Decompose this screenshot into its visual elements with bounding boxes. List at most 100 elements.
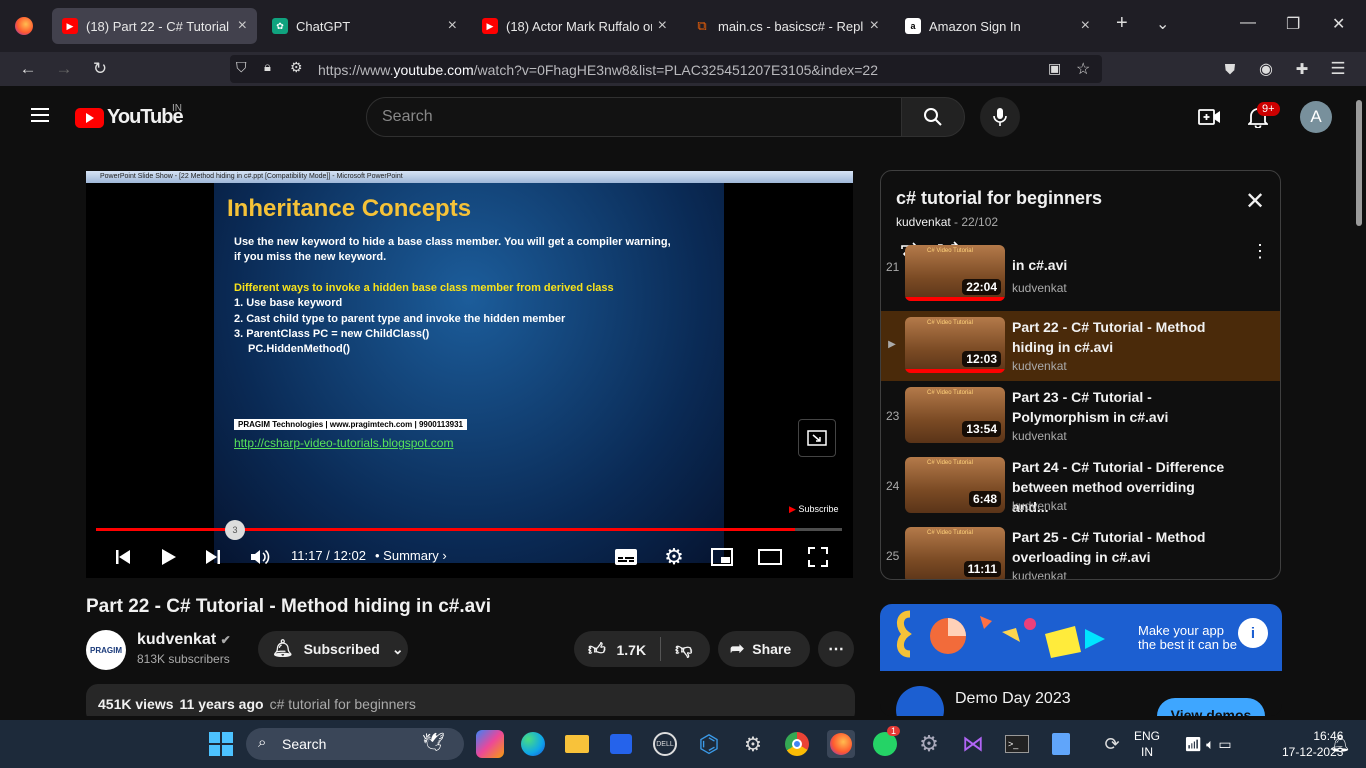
language-indicator[interactable]: ENG IN bbox=[1134, 728, 1160, 760]
forward-icon[interactable]: → bbox=[52, 58, 76, 80]
taskbar-search-box[interactable]: ⌕ Search 🕊︎ bbox=[246, 728, 464, 760]
channel-name-link[interactable]: kudvenkat ✔ bbox=[137, 631, 231, 649]
video-player[interactable]: PowerPoint Slide Show - [22 Method hidin… bbox=[86, 171, 853, 578]
microsoft-store-icon[interactable] bbox=[607, 730, 635, 758]
fullscreen-icon bbox=[808, 547, 828, 567]
ad-title[interactable]: Demo Day 2023 bbox=[955, 690, 1071, 708]
new-tab-icon[interactable]: + bbox=[1116, 12, 1128, 35]
playlist-item-current[interactable]: ▶ 12:03 Part 22 - C# Tutorial - Method h… bbox=[881, 311, 1280, 381]
close-tab-icon[interactable]: × bbox=[448, 17, 457, 35]
exit-miniplayer-button[interactable] bbox=[798, 419, 836, 457]
notepad-icon[interactable] bbox=[1047, 730, 1075, 758]
previous-video-button[interactable] bbox=[112, 546, 134, 568]
playlist-item[interactable]: 24 6:48 Part 24 - C# Tutorial - Differen… bbox=[881, 451, 1280, 521]
next-video-button[interactable] bbox=[202, 546, 224, 568]
account-avatar[interactable]: A bbox=[1300, 101, 1332, 133]
search-input[interactable]: Search bbox=[366, 97, 902, 137]
file-explorer-icon[interactable] bbox=[563, 730, 591, 758]
tab-replit[interactable]: ⧉ main.cs - basicsc# - Replit × bbox=[684, 8, 889, 44]
network-tool-icon[interactable]: ⚙ bbox=[739, 730, 767, 758]
more-actions-button[interactable]: ⋯ bbox=[818, 631, 854, 667]
subtitles-icon bbox=[615, 549, 637, 565]
pocket-icon[interactable]: ⛊ bbox=[1218, 58, 1242, 80]
playlist-item[interactable]: 21 22:04 in c#.avi kudvenkat bbox=[881, 245, 1280, 309]
like-button[interactable]: 👍︎ 1.7K bbox=[588, 639, 646, 660]
settings-icon[interactable]: ⚙ bbox=[915, 730, 943, 758]
playlist-item[interactable]: 25 11:11 Part 25 - C# Tutorial - Method … bbox=[881, 521, 1280, 579]
app-menu-icon[interactable]: ☰ bbox=[1326, 58, 1350, 80]
subscribe-watermark[interactable]: ▶ Subscribe bbox=[789, 504, 839, 515]
reload-icon[interactable]: ↻ bbox=[88, 58, 112, 80]
share-button[interactable]: ➦ Share bbox=[718, 631, 810, 667]
notification-center-icon[interactable]: 🔔︎ bbox=[1326, 730, 1354, 758]
slide-text: Different ways to invoke a hidden base c… bbox=[234, 282, 614, 294]
close-window-icon[interactable]: ✕ bbox=[1332, 14, 1345, 34]
theater-mode-button[interactable] bbox=[758, 546, 782, 568]
shield-icon[interactable]: ⛉ bbox=[236, 59, 247, 76]
copilot-icon[interactable] bbox=[476, 730, 504, 758]
list-all-tabs-icon[interactable]: ⌄ bbox=[1156, 14, 1169, 34]
whatsapp-icon[interactable]: 1 bbox=[871, 726, 901, 758]
edge-browser-icon[interactable] bbox=[519, 730, 547, 758]
slide-heading: Inheritance Concepts bbox=[227, 195, 472, 222]
account-icon[interactable]: ◉ bbox=[1254, 58, 1278, 80]
url-text[interactable]: https://www.youtube.com/watch?v=0FhagHE3… bbox=[318, 62, 878, 78]
firefox-menu-icon[interactable] bbox=[0, 0, 48, 52]
miniplayer-button[interactable] bbox=[710, 546, 734, 568]
sponsored-ad[interactable]: Make your app the best it can be i Demo D… bbox=[880, 604, 1282, 716]
tab-amazon[interactable]: a Amazon Sign In × bbox=[895, 8, 1100, 44]
search-button[interactable] bbox=[901, 97, 965, 137]
voice-search-button[interactable] bbox=[980, 97, 1020, 137]
dislike-button[interactable]: 👎︎ bbox=[675, 639, 692, 660]
extensions-icon[interactable]: ✚ bbox=[1290, 58, 1314, 80]
tab-chatgpt[interactable]: ✿ ChatGPT × bbox=[262, 8, 467, 44]
picture-blocked-icon[interactable]: ▣ bbox=[1048, 60, 1061, 77]
bookmark-star-icon[interactable]: ☆ bbox=[1076, 59, 1090, 79]
close-playlist-icon[interactable]: ✕ bbox=[1245, 187, 1265, 216]
ad-banner-image[interactable]: Make your app the best it can be i bbox=[880, 604, 1282, 671]
mute-button[interactable] bbox=[248, 546, 272, 568]
terminal-icon[interactable]: >_ bbox=[1003, 730, 1031, 758]
youtube-logo[interactable]: YouTube IN bbox=[75, 103, 184, 129]
dell-icon[interactable]: DELL bbox=[651, 730, 679, 758]
ad-advertiser-logo[interactable] bbox=[896, 686, 944, 716]
play-button[interactable] bbox=[158, 546, 180, 568]
create-video-icon[interactable] bbox=[1197, 105, 1223, 129]
permissions-icon[interactable]: ⚙ bbox=[290, 59, 303, 76]
scrollbar-thumb[interactable] bbox=[1356, 100, 1362, 226]
seek-bar[interactable] bbox=[96, 528, 842, 531]
windows-start-icon[interactable] bbox=[207, 730, 235, 758]
channel-avatar[interactable]: PRAGIM bbox=[86, 630, 126, 670]
close-tab-icon[interactable]: × bbox=[238, 17, 247, 35]
fullscreen-button[interactable] bbox=[806, 546, 830, 568]
vs-code-icon[interactable]: ⌬ bbox=[695, 730, 723, 758]
ad-info-icon[interactable]: i bbox=[1238, 618, 1268, 648]
address-bar[interactable]: ⛉ 🔒︎ ⚙ https://www.youtube.com/watch?v=0… bbox=[230, 55, 1102, 83]
video-thumbnail: 6:48 bbox=[905, 457, 1005, 513]
sync-icon[interactable]: ⟳ bbox=[1098, 730, 1126, 758]
close-tab-icon[interactable]: × bbox=[658, 17, 667, 35]
close-tab-icon[interactable]: × bbox=[870, 17, 879, 35]
guide-menu-icon[interactable] bbox=[31, 108, 49, 122]
view-demos-button[interactable]: View demos bbox=[1157, 698, 1265, 716]
restore-window-icon[interactable]: ❐ bbox=[1286, 14, 1300, 34]
description-box[interactable]: 451K views 11 years ago c# tutorial for be… bbox=[86, 684, 855, 716]
playlist-title[interactable]: c# tutorial for beginners bbox=[896, 188, 1102, 209]
page-scrollbar[interactable] bbox=[1354, 86, 1366, 716]
wifi-volume-battery-icons[interactable]: 📶︎ 🔈︎ ▭ bbox=[1176, 730, 1240, 758]
back-icon[interactable]: ← bbox=[16, 58, 40, 80]
firefox-taskbar-icon[interactable] bbox=[827, 730, 855, 758]
visual-studio-icon[interactable]: ⋈ bbox=[959, 730, 987, 758]
tab-youtube-part22[interactable]: ▶ (18) Part 22 - C# Tutorial - Me × bbox=[52, 8, 257, 44]
playlist-item[interactable]: 23 13:54 Part 23 - C# Tutorial - Polymor… bbox=[881, 381, 1280, 451]
chapter-button[interactable]: • Summary › bbox=[375, 548, 447, 563]
playlist-tag-link[interactable]: c# tutorial for beginners bbox=[270, 696, 416, 712]
lock-icon[interactable]: 🔒︎ bbox=[264, 59, 271, 75]
subscribed-button[interactable]: 🔔︎ Subscribed ⌄ bbox=[258, 631, 408, 667]
subtitles-button[interactable] bbox=[614, 546, 638, 568]
settings-gear-icon[interactable]: ⚙ bbox=[662, 544, 686, 569]
close-tab-icon[interactable]: × bbox=[1081, 17, 1090, 35]
chrome-icon[interactable] bbox=[783, 730, 811, 758]
minimize-window-icon[interactable]: — bbox=[1240, 14, 1256, 32]
tab-youtube-ruffalo[interactable]: ▶ (18) Actor Mark Ruffalo on # × bbox=[472, 8, 677, 44]
